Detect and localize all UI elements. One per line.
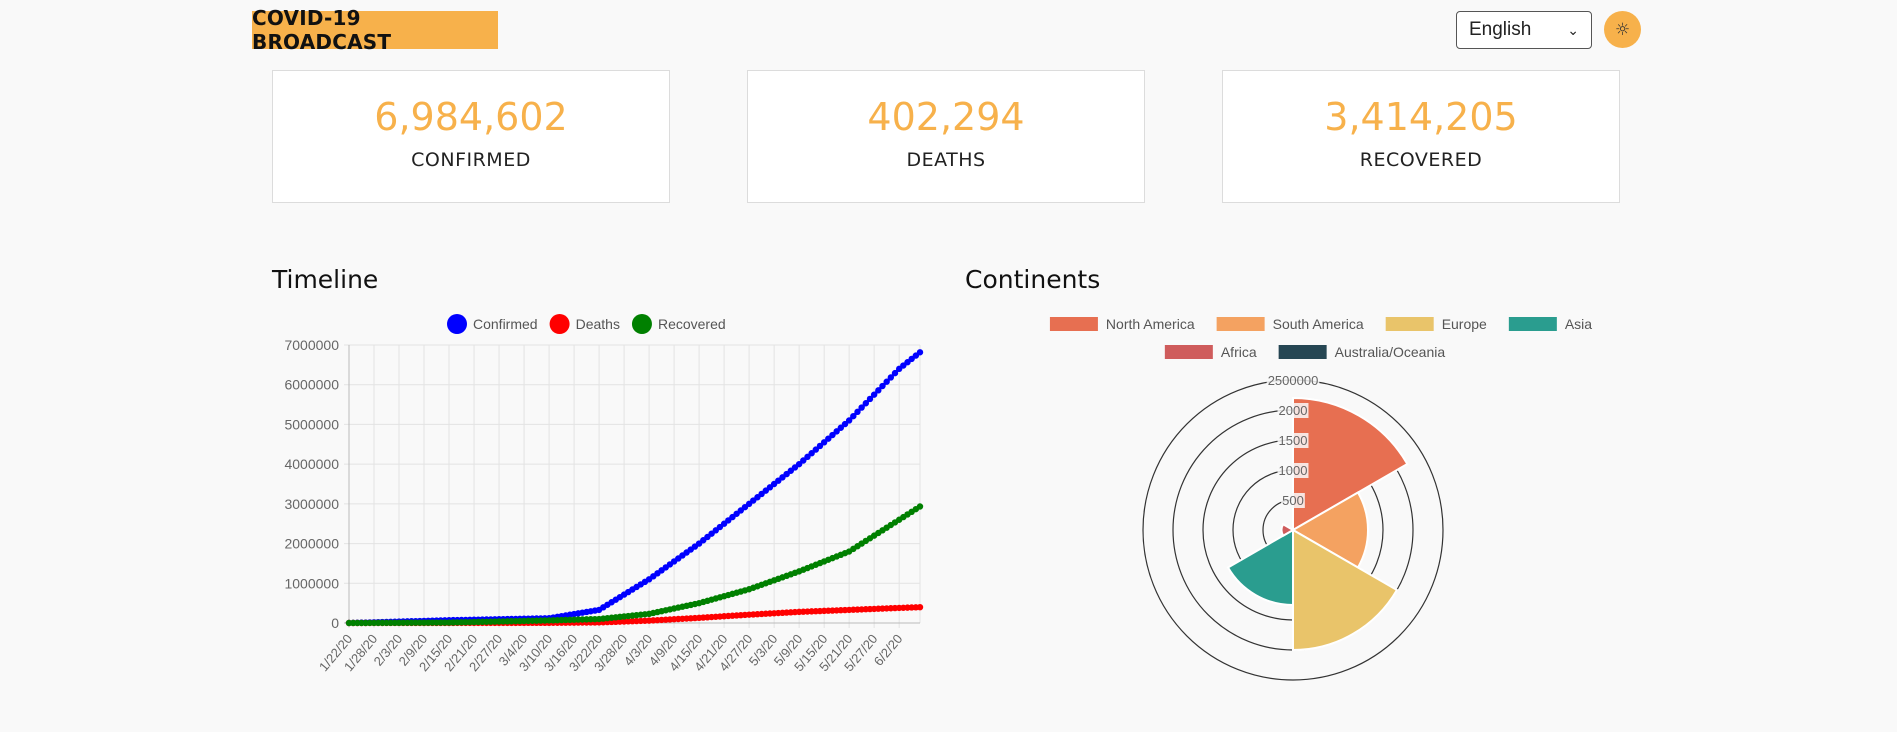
radial-tick-label: 1000 xyxy=(1279,463,1308,478)
legend-swatch-europe xyxy=(1385,317,1434,331)
confirmed-card: 6,984,602 CONFIRMED xyxy=(272,70,670,203)
legend-swatch-recovered xyxy=(631,314,652,334)
recovered-count: 3,414,205 xyxy=(1324,95,1518,139)
data-point xyxy=(916,349,924,356)
theme-toggle-button[interactable]: ☼ xyxy=(1604,11,1641,48)
legend-swatch-australia-oceania xyxy=(1278,345,1327,359)
deaths-label: DEATHS xyxy=(906,149,986,171)
deaths-count: 402,294 xyxy=(867,95,1025,139)
confirmed-count: 6,984,602 xyxy=(374,95,568,139)
language-select-value: English xyxy=(1469,19,1532,40)
chevron-down-icon: ⌄ xyxy=(1567,21,1579,38)
legend-label-africa: Africa xyxy=(1221,344,1257,360)
legend-label-confirmed: Confirmed xyxy=(473,316,538,332)
confirmed-label: CONFIRMED xyxy=(411,149,531,171)
legend-label-australia-oceania: Australia/Oceania xyxy=(1335,344,1446,360)
legend-swatch-south-america xyxy=(1216,317,1265,331)
y-tick-label: 7000000 xyxy=(284,337,339,353)
data-point xyxy=(916,503,924,510)
deaths-card: 402,294 DEATHS xyxy=(747,70,1145,203)
series-confirmed xyxy=(345,349,924,627)
recovered-card: 3,414,205 RECOVERED xyxy=(1222,70,1620,203)
legend-label-deaths: Deaths xyxy=(576,316,620,332)
radial-tick-label: 2500000 xyxy=(1268,373,1319,388)
x-tick-label: 6/2/20 xyxy=(871,631,906,668)
radial-tick-label: 1500 xyxy=(1279,433,1308,448)
app-brand-title[interactable]: COVID-19 BROADCAST xyxy=(252,6,498,54)
series-line xyxy=(348,351,921,625)
sun-icon: ☼ xyxy=(1614,19,1631,40)
y-tick-label: 6000000 xyxy=(284,377,339,393)
timeline-chart: Confirmed Deaths Recovered1/22/201/28/202/… xyxy=(284,314,924,674)
legend-label-north-america: North America xyxy=(1106,316,1195,332)
legend-label-asia: Asia xyxy=(1565,316,1592,332)
legend-swatch-deaths xyxy=(549,314,570,334)
y-tick-label: 2000000 xyxy=(284,536,339,552)
continents-title: Continents xyxy=(965,265,1101,294)
legend-label-recovered: Recovered xyxy=(658,316,726,332)
y-tick-label: 0 xyxy=(331,615,339,631)
language-select[interactable]: English ⌄ xyxy=(1456,11,1592,49)
legend-swatch-africa xyxy=(1164,345,1213,359)
sector-asia xyxy=(1226,528,1294,607)
legend-swatch-asia xyxy=(1508,317,1557,331)
y-tick-label: 4000000 xyxy=(284,456,339,472)
recovered-label: RECOVERED xyxy=(1359,149,1483,171)
radial-tick-label: 2000 xyxy=(1279,403,1308,418)
series-line xyxy=(348,505,921,625)
data-point xyxy=(916,603,924,611)
radial-tick-label: 500 xyxy=(1282,493,1304,508)
legend-swatch-confirmed xyxy=(447,314,467,334)
y-tick-label: 1000000 xyxy=(284,575,339,591)
legend-label-south-america: South America xyxy=(1273,316,1364,332)
continents-chart: North America South America Europe Asia Afri… xyxy=(1049,316,1592,681)
y-tick-label: 5000000 xyxy=(284,416,339,432)
y-tick-label: 3000000 xyxy=(284,496,339,512)
timeline-title: Timeline xyxy=(272,265,379,294)
legend-label-europe: Europe xyxy=(1442,316,1487,332)
legend-swatch-north-america xyxy=(1049,317,1098,331)
